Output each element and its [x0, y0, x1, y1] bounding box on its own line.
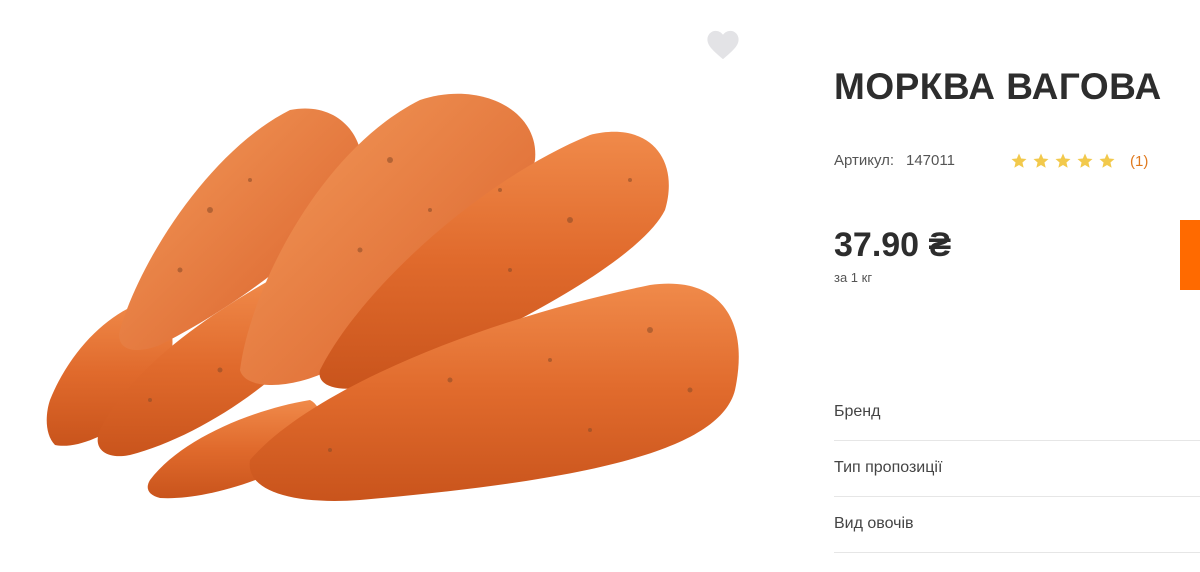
- attributes-list: Бренд Тип пропозиції Вид овочів: [834, 385, 1200, 553]
- sku-label: Артикул:: [834, 152, 895, 169]
- attribute-label: Вид овочів: [834, 515, 914, 532]
- add-to-cart-button[interactable]: [1180, 220, 1200, 290]
- product-price: 37.90 ₴: [834, 226, 952, 264]
- star-icon: [1099, 153, 1115, 168]
- rating[interactable]: (1): [1010, 150, 1148, 172]
- price-unit: за 1 кг: [834, 270, 873, 285]
- attribute-row: Бренд: [834, 385, 1200, 441]
- sku-value: 147011: [906, 152, 955, 169]
- heart-icon: [707, 30, 739, 60]
- attribute-row: Вид овочів: [834, 497, 1200, 553]
- sku-row: Артикул: 147011 (1): [834, 150, 1174, 172]
- attribute-row: Тип пропозиції: [834, 441, 1200, 497]
- product-page: МОРКВА ВАГОВА Артикул: 147011 (1) 37.90 …: [0, 0, 1200, 572]
- product-image: [46, 93, 739, 501]
- product-info: МОРКВА ВАГОВА Артикул: 147011 (1) 37.90 …: [834, 0, 1200, 572]
- product-title: МОРКВА ВАГОВА: [834, 66, 1162, 107]
- attribute-label: Тип пропозиції: [834, 459, 943, 476]
- attribute-label: Бренд: [834, 403, 881, 420]
- star-icon: [1011, 153, 1027, 168]
- review-count-link[interactable]: (1): [1130, 153, 1148, 170]
- star-icon: [1055, 153, 1071, 168]
- product-gallery: [0, 0, 760, 572]
- favorite-button[interactable]: [706, 29, 740, 61]
- star-icon: [1033, 153, 1049, 168]
- star-icon: [1077, 153, 1093, 168]
